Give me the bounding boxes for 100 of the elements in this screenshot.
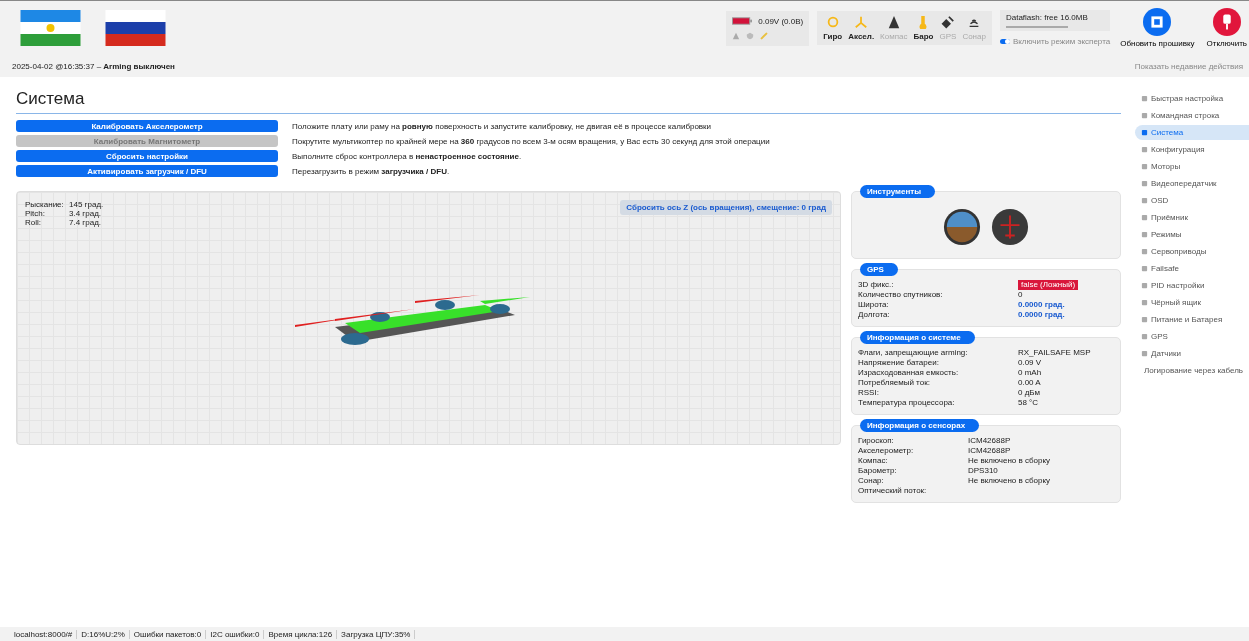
action-description: Перезагрузить в режим загрузчика / DFU. — [292, 166, 450, 176]
info-value: 0 mAh — [1018, 368, 1043, 378]
sidebar-item[interactable]: Моторы — [1135, 159, 1249, 174]
info-value: 0.09 V — [1018, 358, 1043, 368]
info-value: 58 °C — [1018, 398, 1040, 408]
sensor-label: Аксел. — [848, 32, 875, 41]
panel-title: Инструменты — [860, 185, 936, 198]
status-bar-item: D:16%U:2% — [77, 629, 130, 639]
info-label: Оптический поток: — [858, 486, 928, 496]
panel-title: GPS — [860, 263, 898, 276]
action-button[interactable]: Калибровать Акселерометр — [16, 120, 278, 132]
sidebar-item[interactable]: PID настройки — [1135, 278, 1249, 293]
readout-label: Рыскание: — [25, 200, 65, 209]
shield-icon — [746, 31, 755, 40]
action-description: Покрутите мультикоптер по крайней мере на 360 градусов по всем 3-м осям вращения, у Вас есть 30 секунд для этой операции — [292, 136, 770, 146]
header-button[interactable]: Обновить прошивку — [1118, 8, 1197, 48]
info-value: DPS310 — [968, 466, 999, 476]
page-title: Система — [16, 89, 1121, 114]
info-value: 0.0000 град. — [1018, 310, 1066, 320]
info-value: 0.0000 град. — [1018, 300, 1066, 310]
status-timestamp: 2025-04-02 @16:35:37 – Arming выключен — [12, 61, 175, 71]
sidebar-item[interactable]: Логирование через кабель — [1135, 363, 1249, 378]
menu-item-icon — [1141, 163, 1148, 170]
sidebar-item[interactable]: Видеопередатчик — [1135, 176, 1249, 191]
action-button[interactable]: Сбросить настройки — [16, 150, 278, 162]
info-value: RX_FAILSAFE MSP — [1018, 348, 1092, 358]
dataflash-label: Dataflash: free 16.0MB — [1005, 13, 1089, 22]
panel-title: Информация о сенсорах — [860, 419, 980, 432]
status-bar-item: Загрузка ЦПУ:35% — [337, 629, 416, 639]
status-bar-item: Время цикла:126 — [264, 629, 338, 639]
menu-item-icon — [1141, 214, 1148, 221]
sidebar-item[interactable]: Приёмник — [1135, 210, 1249, 225]
sensor-label: Баро — [913, 32, 934, 41]
info-label: Компас: — [858, 456, 889, 466]
expert-mode-toggle[interactable] — [999, 39, 1010, 44]
status-bar-item: localhost:8000/# — [10, 629, 78, 639]
battery-icon — [732, 17, 753, 25]
heading-gauge-icon — [991, 208, 1029, 246]
readout-value: 145 град. — [69, 200, 104, 209]
info-label: Долгота: — [858, 310, 891, 320]
menu-item-icon — [1141, 95, 1148, 102]
attitude-gauge-icon — [943, 208, 981, 246]
readout-label: Roll: — [25, 218, 42, 227]
expert-mode-label: Включить режим эксперта — [1012, 37, 1111, 46]
info-label: RSSI: — [858, 388, 880, 398]
battery-reading: 0.09V (0.0B) — [758, 16, 804, 26]
sidebar-item[interactable]: Конфигурация — [1135, 142, 1249, 157]
info-label: Температура процессора: — [858, 398, 956, 408]
info-label: Флаги, запрещающие arming: — [858, 348, 969, 358]
action-description: Положите плату или раму на ровную поверхность и запустите калибровку, не двигая её в процессе калибровки — [292, 121, 712, 131]
action-button[interactable]: Активировать загрузчик / DFU — [16, 165, 278, 177]
info-label: Напряжение батареи: — [858, 358, 940, 368]
sensor-label: Гиро — [823, 32, 843, 41]
panel-title: Информация о системе — [860, 331, 975, 344]
menu-item-icon — [1141, 350, 1148, 357]
sensor-label: Компас — [880, 32, 908, 41]
menu-item-icon — [1141, 299, 1148, 306]
warning-icon — [732, 31, 741, 40]
status-badge: false (Ложный) — [1018, 280, 1079, 290]
readout-value: 3.4 град. — [69, 209, 102, 218]
info-label: Потребляемый ток: — [858, 378, 931, 388]
info-label: Количество спутников: — [858, 290, 944, 300]
info-label: Гироскоп: — [858, 436, 895, 446]
sidebar-item[interactable]: Режимы — [1135, 227, 1249, 242]
status-bar-item: I2C ошибки:0 — [206, 629, 265, 639]
info-value: ICM42688P — [968, 446, 1012, 456]
info-value: 0 дБм — [1018, 388, 1042, 398]
sidebar-item[interactable]: Чёрный ящик — [1135, 295, 1249, 310]
menu-item-icon — [1141, 129, 1148, 136]
sidebar-item[interactable]: Сервоприводы — [1135, 244, 1249, 259]
info-value: Не включено в сборку — [968, 456, 1052, 466]
menu-item-icon — [1141, 248, 1148, 255]
menu-item-icon — [1141, 112, 1148, 119]
info-label: Акселерометр: — [858, 446, 915, 456]
sidebar-item[interactable]: OSD — [1135, 193, 1249, 208]
info-value: 0 — [1018, 290, 1024, 300]
reset-z-button[interactable]: Сбросить ось Z (ось вращения), смещение: 0 град — [620, 200, 832, 215]
info-value: 0.00 A — [1018, 378, 1042, 388]
sidebar-item[interactable]: Failsafe — [1135, 261, 1249, 276]
menu-item-icon — [1141, 265, 1148, 272]
sidebar-item[interactable]: Командная строка — [1135, 108, 1249, 123]
action-description: Выполните сброс контроллера в ненастроенное состояние. — [292, 151, 522, 161]
sidebar-item[interactable]: GPS — [1135, 329, 1249, 344]
readout-value: 7.4 град. — [69, 218, 102, 227]
readout-label: Pitch: — [25, 209, 46, 218]
menu-item-icon — [1141, 197, 1148, 204]
sidebar-item[interactable]: Датчики — [1135, 346, 1249, 361]
plug-icon — [1212, 8, 1241, 36]
menu-item-icon — [1141, 231, 1148, 238]
menu-item-icon — [1141, 282, 1148, 289]
info-label: Широта: — [858, 300, 890, 310]
header-button[interactable]: Отключить — [1204, 8, 1249, 48]
menu-item-icon — [1141, 316, 1148, 323]
info-label: Израсходованная емкость: — [858, 368, 960, 378]
sidebar-item[interactable]: Питание и Батарея — [1135, 312, 1249, 327]
menu-item-icon — [1141, 146, 1148, 153]
chip-icon — [1143, 8, 1172, 36]
status-bar-item: Ошибки пакетов:0 — [129, 629, 207, 639]
sidebar-item[interactable]: Система — [1135, 125, 1249, 140]
sidebar-item[interactable]: Быстрая настройка — [1135, 91, 1249, 106]
